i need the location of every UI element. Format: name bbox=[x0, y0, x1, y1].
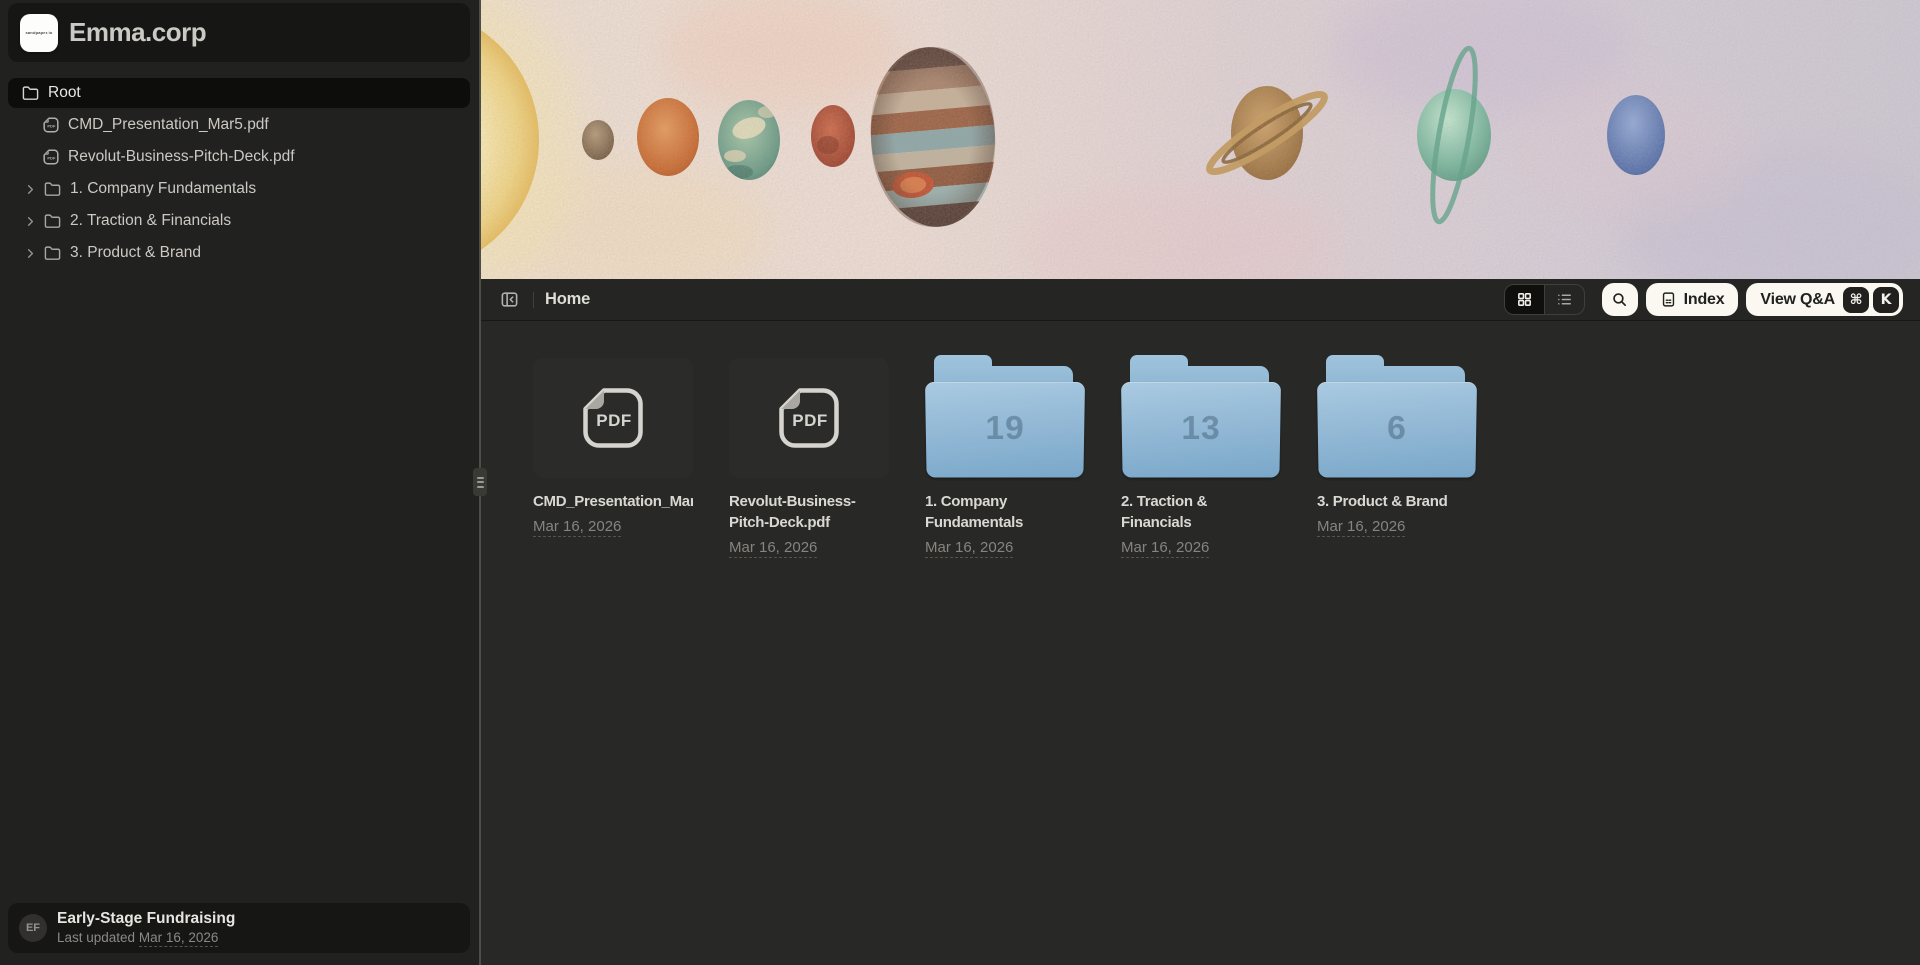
logo-wordmark: sandpaper.io bbox=[25, 30, 52, 35]
file-tree: Root PDF CMD_Presentation_Mar5.pdf PDF R… bbox=[8, 78, 470, 270]
panel-left-close-icon bbox=[500, 290, 519, 309]
svg-text:PDF: PDF bbox=[47, 156, 56, 161]
index-label: Index bbox=[1684, 291, 1725, 309]
tree-item-label: 1. Company Fundamentals bbox=[70, 180, 256, 198]
sidebar-resize-handle[interactable] bbox=[473, 468, 487, 496]
grid-view-button[interactable] bbox=[1505, 285, 1544, 314]
avatar: EF bbox=[19, 914, 47, 942]
main-panel: Home bbox=[481, 0, 1920, 965]
breadcrumb: Home bbox=[545, 290, 590, 309]
tree-item-folder[interactable]: 1. Company Fundamentals bbox=[8, 174, 470, 204]
file-name: CMD_Presentation_Mar5.pdf bbox=[533, 491, 693, 512]
workspace-logo: sandpaper.io bbox=[20, 14, 58, 52]
chevron-right-icon[interactable] bbox=[23, 246, 38, 261]
svg-text:PDF: PDF bbox=[47, 124, 56, 129]
search-icon bbox=[1611, 291, 1628, 308]
app-window: sandpaper.io Emma.corp Root PDF CMD_Pres… bbox=[0, 0, 1920, 965]
pdf-file-icon: PDF bbox=[43, 149, 59, 165]
view-mode-toggle bbox=[1504, 284, 1585, 315]
pdf-thumbnail: PDF bbox=[533, 358, 693, 478]
tree-item-folder[interactable]: 3. Product & Brand bbox=[8, 238, 470, 268]
pdf-file-icon: PDF bbox=[777, 386, 841, 450]
file-date: Mar 16, 2026 bbox=[533, 518, 693, 535]
workspace-name: Early-Stage Fundraising bbox=[57, 909, 235, 928]
pdf-thumbnail: PDF bbox=[729, 358, 889, 478]
grid-icon bbox=[1516, 291, 1533, 308]
folder-name: 3. Product & Brand bbox=[1317, 491, 1477, 512]
folder-thumbnail: 13 bbox=[1121, 358, 1281, 478]
list-icon bbox=[1556, 291, 1573, 308]
folder-card[interactable]: 6 3. Product & Brand Mar 16, 2026 bbox=[1317, 358, 1477, 535]
chevron-right-icon[interactable] bbox=[23, 214, 38, 229]
last-updated-date: Mar 16, 2026 bbox=[139, 930, 219, 947]
folder-card[interactable]: 19 1. Company Fundamentals Mar 16, 2026 bbox=[925, 358, 1085, 556]
folder-date: Mar 16, 2026 bbox=[1121, 539, 1281, 556]
file-date: Mar 16, 2026 bbox=[729, 539, 889, 556]
svg-text:PDF: PDF bbox=[792, 411, 828, 430]
tree-item-file[interactable]: PDF CMD_Presentation_Mar5.pdf bbox=[8, 110, 470, 140]
folder-icon bbox=[44, 213, 61, 230]
folder-icon bbox=[44, 245, 61, 262]
last-updated: Last updated Mar 16, 2026 bbox=[57, 930, 235, 947]
chevron-right-icon[interactable] bbox=[23, 182, 38, 197]
file-card[interactable]: PDF Revolut-Business-Pitch-Deck.pdf Mar … bbox=[729, 358, 889, 556]
index-button[interactable]: Index bbox=[1646, 283, 1739, 316]
folder-thumbnail: 6 bbox=[1317, 358, 1477, 478]
banner-image bbox=[481, 0, 1920, 279]
tree-item-label: 3. Product & Brand bbox=[70, 244, 201, 262]
tree-item-label: Revolut-Business-Pitch-Deck.pdf bbox=[68, 148, 295, 166]
folder-thumbnail: 19 bbox=[925, 358, 1085, 478]
pdf-file-icon: PDF bbox=[581, 386, 645, 450]
view-qa-button[interactable]: View Q&A ⌘K bbox=[1746, 283, 1903, 316]
workspace-header[interactable]: sandpaper.io Emma.corp bbox=[8, 3, 470, 62]
file-name: Revolut-Business-Pitch-Deck.pdf bbox=[729, 491, 889, 533]
toolbar-divider bbox=[533, 292, 534, 308]
file-card[interactable]: PDF CMD_Presentation_Mar5.pdf Mar 16, 20… bbox=[533, 358, 693, 535]
tree-item-label: Root bbox=[48, 84, 81, 102]
tree-item-label: 2. Traction & Financials bbox=[70, 212, 231, 230]
folder-item-count: 19 bbox=[925, 410, 1084, 448]
folder-card[interactable]: 13 2. Traction & Financials Mar 16, 2026 bbox=[1121, 358, 1281, 556]
tree-item-label: CMD_Presentation_Mar5.pdf bbox=[68, 116, 269, 134]
folder-name: 2. Traction & Financials bbox=[1121, 491, 1281, 533]
collapse-sidebar-button[interactable] bbox=[496, 287, 522, 313]
sidebar: sandpaper.io Emma.corp Root PDF CMD_Pres… bbox=[0, 0, 479, 965]
folder-date: Mar 16, 2026 bbox=[1317, 518, 1477, 535]
toolbar: Home bbox=[481, 279, 1920, 321]
list-view-button[interactable] bbox=[1545, 285, 1584, 314]
tree-item-root[interactable]: Root bbox=[8, 78, 470, 108]
folder-icon bbox=[44, 181, 61, 198]
view-qa-label: View Q&A bbox=[1760, 291, 1835, 309]
sidebar-resize-divider[interactable] bbox=[479, 0, 481, 965]
file-grid: PDF CMD_Presentation_Mar5.pdf Mar 16, 20… bbox=[481, 321, 1920, 965]
tree-item-folder[interactable]: 2. Traction & Financials bbox=[8, 206, 470, 236]
folder-icon bbox=[22, 85, 39, 102]
folder-item-count: 6 bbox=[1317, 410, 1476, 448]
k-keycap: K bbox=[1873, 287, 1899, 313]
svg-text:PDF: PDF bbox=[596, 411, 632, 430]
workspace-footer[interactable]: EF Early-Stage Fundraising Last updated … bbox=[8, 903, 470, 953]
folder-item-count: 13 bbox=[1121, 410, 1280, 448]
document-icon bbox=[1660, 291, 1677, 308]
folder-date: Mar 16, 2026 bbox=[925, 539, 1085, 556]
pdf-file-icon: PDF bbox=[43, 117, 59, 133]
workspace-title: Emma.corp bbox=[69, 17, 206, 48]
tree-item-file[interactable]: PDF Revolut-Business-Pitch-Deck.pdf bbox=[8, 142, 470, 172]
cmd-keycap: ⌘ bbox=[1843, 287, 1869, 313]
search-button[interactable] bbox=[1602, 283, 1638, 316]
folder-name: 1. Company Fundamentals bbox=[925, 491, 1085, 533]
